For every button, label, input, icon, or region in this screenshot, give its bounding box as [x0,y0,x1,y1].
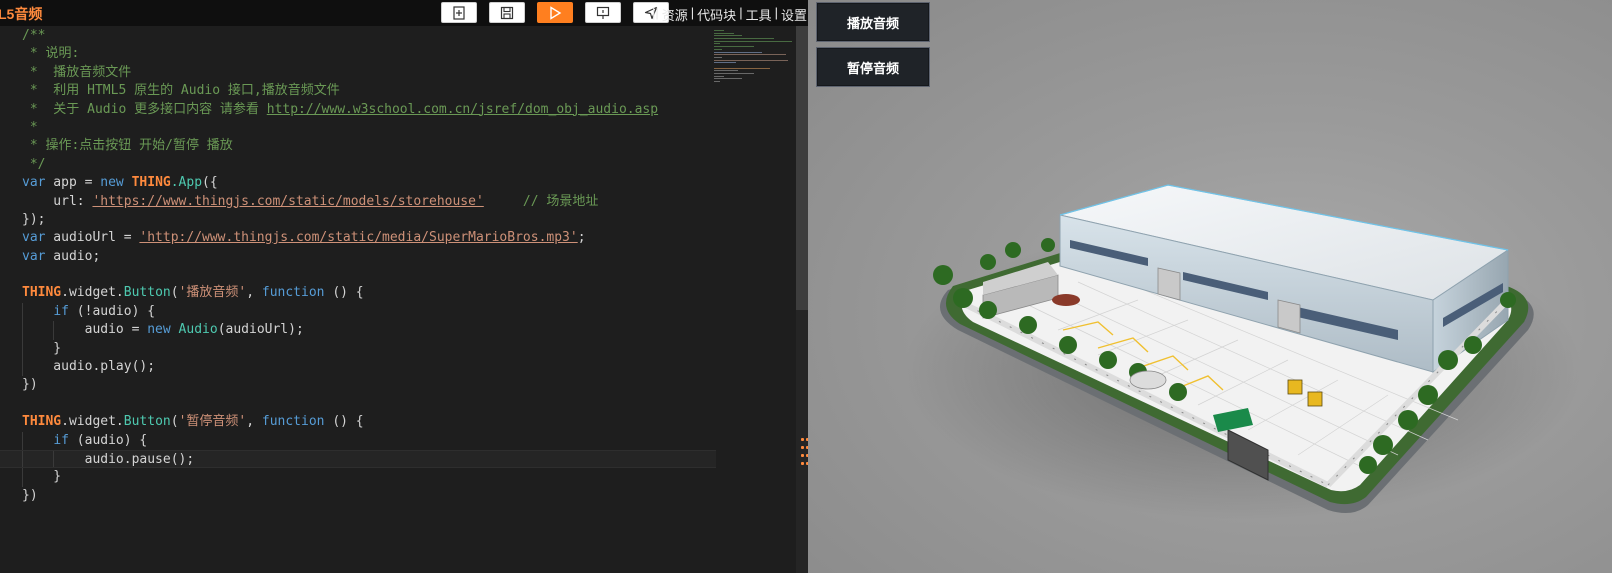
menu-settings[interactable]: 设置 [781,5,807,24]
menu-resources[interactable]: 资源 [662,5,688,24]
doc-link[interactable]: http://www.w3school.com.cn/jsref/dom_obj… [267,102,658,117]
code-editor-pane: L5音频 || 资源 | 代码块 | 工具 | 设置 /** * 说明: * 播… [0,0,809,573]
code-line: var app = new THING.App({ [22,175,218,191]
menu-tools[interactable]: 工具 [746,5,772,24]
flower-bed [1052,294,1080,306]
code-minimap[interactable] [714,30,794,90]
code-line: * 操作:点击按钮 开始/暂停 播放 [22,138,233,154]
run-button[interactable] [537,2,573,23]
scene-url-link[interactable]: 'https://www.thingjs.com/static/models/s… [92,194,483,209]
play-audio-button[interactable]: 播放音频 [816,2,930,42]
code-line: var audioUrl = 'http://www.thingjs.com/s… [22,230,586,246]
code-line: var audio; [22,248,101,264]
run-icon [550,5,562,20]
code-line: }) [22,377,38,393]
editor-scrollbar-thumb[interactable] [796,26,808,310]
file-title: L5音频 [0,6,43,22]
code-line: }); [22,211,46,227]
menu-prefix: || [652,5,659,20]
code-line: * [22,119,38,135]
menu-separator: | [774,5,778,20]
toolbar-buttons [441,2,681,23]
code-line: audio = new Audio(audioUrl); [0,321,716,340]
new-file-button[interactable] [441,2,477,23]
scene-view[interactable]: 播放音频 暂停音频 [808,0,1612,573]
new-file-icon [453,5,465,20]
editor-toolbar: L5音频 || 资源 | 代码块 | 工具 | 设置 [0,0,808,26]
code-line: } [0,468,716,487]
save-button[interactable] [489,2,525,23]
code-line: url: 'https://www.thingjs.com/static/mod… [22,193,599,209]
menu-separator: | [690,5,695,20]
code-line: * 播放音频文件 [22,64,132,80]
code-line: } [0,339,716,359]
save-icon [500,6,514,19]
code-line: THING.widget.Button('播放音频', function () … [22,285,364,301]
code-line: THING.widget.Button('暂停音频', function () … [22,414,364,430]
code-line: * 利用 HTML5 原生的 Audio 接口,播放音频文件 [22,83,340,99]
code-line: * 说明: [22,46,80,62]
presentation-button[interactable] [585,2,621,23]
code-line: if (audio) { [0,431,716,450]
menu-separator: | [739,5,743,20]
pause-audio-button[interactable]: 暂停音频 [816,47,930,87]
code-line: }) [22,487,38,503]
code-line: * 关于 Audio 更多接口内容 请参看 http://www.w3schoo… [22,101,659,117]
code-line: */ [22,156,46,172]
code-line-active: audio.pause(); [0,449,716,469]
menu-links: || 资源 | 代码块 | 工具 | 设置 [652,5,807,24]
code-line: /** [22,28,46,43]
code-line: audio.play(); [0,358,716,377]
car [1129,370,1167,390]
audio-url-link[interactable]: 'http://www.thingjs.com/static/media/Sup… [139,230,577,245]
presentation-icon [596,6,610,19]
code-line: if (!audio) { [0,302,716,322]
code-area[interactable]: /** * 说明: * 播放音频文件 * 利用 HTML5 原生的 Audio … [0,27,716,505]
menu-code-blocks[interactable]: 代码块 [697,5,736,24]
